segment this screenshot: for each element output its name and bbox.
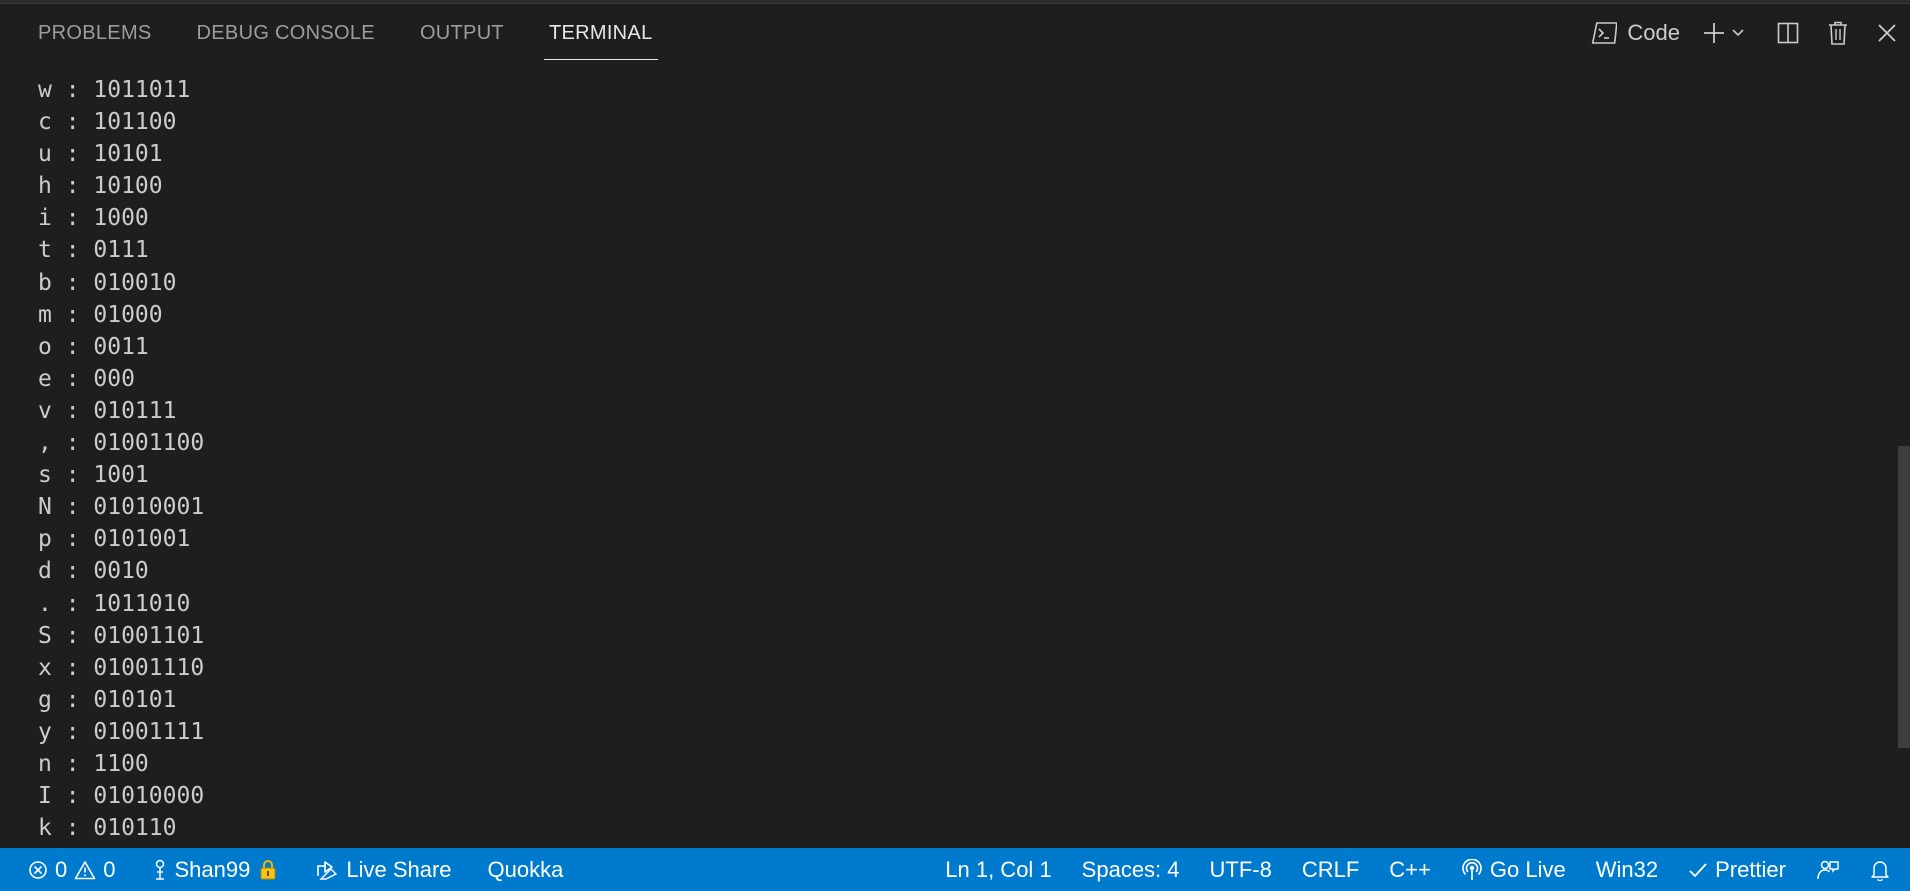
error-count: 0	[55, 856, 68, 882]
live-share-label: Live Share	[346, 856, 452, 882]
status-bar: 0 0 Shan99 Live Share Quokka Ln 1, Col 1…	[0, 848, 1910, 891]
terminal-line: h : 10100	[38, 173, 163, 200]
new-terminal-group[interactable]	[1702, 21, 1746, 45]
scrollbar-thumb[interactable]	[1898, 446, 1910, 748]
terminal-line: i : 1000	[38, 205, 149, 232]
account-status[interactable]: Shan99	[152, 848, 280, 891]
terminal-line: c : 101100	[38, 109, 177, 136]
plus-icon[interactable]	[1702, 21, 1726, 45]
terminal-icon	[1591, 21, 1618, 45]
platform-status[interactable]: Win32	[1596, 848, 1658, 891]
problems-status[interactable]: 0 0	[28, 848, 116, 891]
terminal-line: y : 01001111	[38, 718, 205, 745]
bell-icon	[1870, 859, 1890, 881]
check-icon	[1688, 860, 1708, 880]
lock-icon	[257, 859, 279, 881]
account-name: Shan99	[174, 856, 251, 882]
terminal-line: o : 0011	[38, 333, 149, 360]
terminal-line: k : 010110	[38, 815, 177, 842]
prettier-label: Prettier	[1715, 856, 1786, 882]
prettier-status[interactable]: Prettier	[1688, 848, 1786, 891]
terminal-line: . : 1011010	[38, 590, 191, 617]
terminal-line: x : 01001110	[38, 654, 205, 681]
close-panel-button[interactable]	[1876, 22, 1898, 44]
indentation-label: Spaces: 4	[1081, 856, 1180, 882]
feedback-button[interactable]	[1816, 848, 1840, 891]
panel-actions: Code	[1591, 4, 1910, 62]
terminal-line: N : 01010001	[38, 494, 205, 521]
terminal-line: , : 01001100	[38, 430, 205, 457]
terminal-line: g : 010101	[38, 686, 177, 713]
encoding-label: UTF-8	[1209, 856, 1272, 882]
terminal-line: w : 1011011	[38, 77, 191, 103]
terminal-output: w : 1011011 c : 101100 u : 10101 h : 10100 i…	[38, 74, 204, 844]
terminal-profile-label: Code	[1627, 20, 1680, 45]
close-icon	[1876, 22, 1898, 44]
panel-tabs: PROBLEMS DEBUG CONSOLE OUTPUT TERMINAL	[0, 4, 698, 62]
trash-icon	[1826, 20, 1850, 46]
terminal-view[interactable]: w : 1011011 c : 101100 u : 10101 h : 10100 i…	[0, 62, 1898, 848]
eol-label: CRLF	[1301, 856, 1360, 882]
status-bar-right: Ln 1, Col 1 Spaces: 4 UTF-8 CRLF C++ Go …	[915, 848, 1910, 891]
terminal-line: t : 0111	[38, 237, 149, 264]
vscode-window: PROBLEMS DEBUG CONSOLE OUTPUT TERMINAL C…	[0, 0, 1910, 891]
terminal-line: n : 1100	[38, 750, 149, 777]
indentation-status[interactable]: Spaces: 4	[1082, 848, 1180, 891]
live-share-button[interactable]: Live Share	[315, 848, 452, 891]
tab-terminal[interactable]: TERMINAL	[543, 4, 658, 62]
kill-terminal-button[interactable]	[1826, 20, 1850, 46]
tab-problems[interactable]: PROBLEMS	[38, 4, 152, 62]
language-mode[interactable]: C++	[1389, 848, 1431, 891]
feedback-icon	[1816, 859, 1840, 881]
tab-output[interactable]: OUTPUT	[420, 4, 504, 62]
cursor-position-label: Ln 1, Col 1	[945, 856, 1052, 882]
error-icon	[28, 860, 48, 880]
status-bar-left: 0 0 Shan99 Live Share Quokka	[0, 848, 599, 891]
terminal-line: d : 0010	[38, 558, 149, 585]
eol-status[interactable]: CRLF	[1302, 848, 1359, 891]
go-live-button[interactable]: Go Live	[1461, 848, 1566, 891]
terminal-line: b : 010010	[38, 269, 177, 296]
warning-icon	[74, 860, 96, 880]
terminal-line: p : 0101001	[38, 526, 191, 553]
split-terminal-button[interactable]	[1776, 21, 1800, 45]
terminal-line: I : 01010000	[38, 783, 205, 810]
terminal-line: v : 010111	[38, 397, 177, 424]
split-icon	[1776, 21, 1800, 45]
platform-label: Win32	[1595, 856, 1659, 882]
language-label: C++	[1389, 856, 1431, 882]
terminal-scrollbar[interactable]	[1898, 62, 1910, 848]
notifications-button[interactable]	[1870, 848, 1890, 891]
warning-count: 0	[103, 856, 116, 882]
terminal-line: e : 000	[38, 365, 135, 392]
go-live-label: Go Live	[1489, 856, 1566, 882]
quokka-label: Quokka	[487, 856, 564, 882]
chevron-down-icon[interactable]	[1730, 25, 1746, 41]
live-share-icon	[315, 859, 339, 881]
quokka-button[interactable]: Quokka	[488, 848, 564, 891]
tab-debug-console[interactable]: DEBUG CONSOLE	[197, 4, 375, 62]
person-icon	[152, 859, 168, 881]
broadcast-icon	[1461, 858, 1483, 881]
panel-header: PROBLEMS DEBUG CONSOLE OUTPUT TERMINAL C…	[0, 4, 1910, 62]
cursor-position[interactable]: Ln 1, Col 1	[945, 848, 1051, 891]
terminal-line: u : 10101	[38, 141, 163, 168]
terminal-line: m : 01000	[38, 301, 163, 328]
terminal-line: S : 01001101	[38, 622, 205, 649]
terminal-profile-button[interactable]: Code	[1591, 20, 1680, 46]
encoding-status[interactable]: UTF-8	[1210, 848, 1272, 891]
terminal-line: s : 1001	[38, 462, 149, 489]
